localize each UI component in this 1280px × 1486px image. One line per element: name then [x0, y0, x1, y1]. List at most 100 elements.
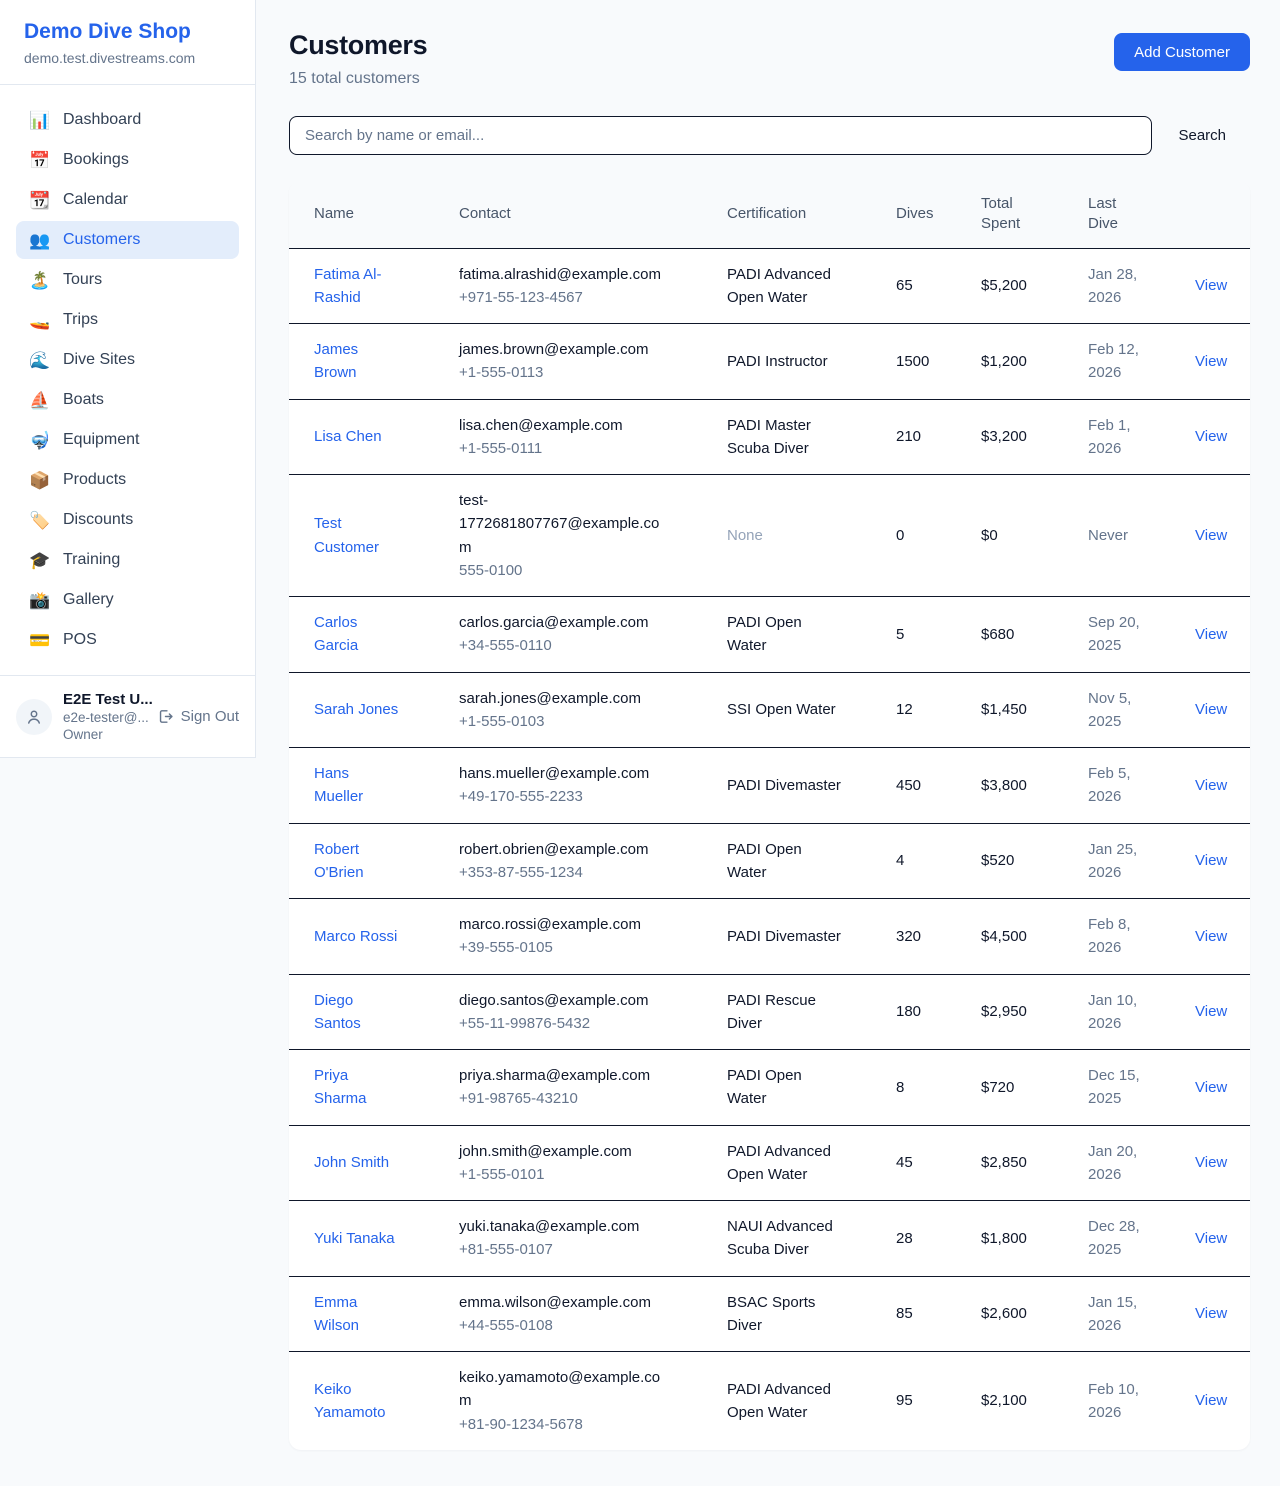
view-link[interactable]: View: [1195, 1305, 1227, 1322]
sidebar-item-label: POS: [63, 631, 97, 649]
customer-name-link[interactable]: Lisa Chen: [314, 425, 382, 448]
view-link[interactable]: View: [1195, 1392, 1227, 1409]
sign-out-button[interactable]: Sign Out: [157, 708, 239, 725]
sidebar-item-calendar[interactable]: 📆 Calendar: [16, 181, 239, 219]
customer-name-link[interactable]: Sarah Jones: [314, 698, 398, 721]
customer-dives: 320: [871, 899, 956, 975]
customers-table-card: Name Contact Certification Dives Total S…: [289, 181, 1250, 1450]
customer-email: hans.mueller@example.com: [459, 762, 667, 785]
customer-name-link[interactable]: James Brown: [314, 338, 399, 385]
view-link[interactable]: View: [1195, 527, 1227, 544]
sidebar-item-dive-sites[interactable]: 🌊 Dive Sites: [16, 341, 239, 379]
customer-name-link[interactable]: Marco Rossi: [314, 925, 397, 948]
customer-last-dive: Jan 15, 2026: [1088, 1291, 1150, 1338]
sidebar-item-dashboard[interactable]: 📊 Dashboard: [16, 101, 239, 139]
customer-name-link[interactable]: Robert O'Brien: [314, 838, 399, 885]
customer-name-link[interactable]: Priya Sharma: [314, 1064, 399, 1111]
customer-dives: 8: [871, 1050, 956, 1126]
customer-total-spent: $1,800: [956, 1201, 1063, 1277]
search-button[interactable]: Search: [1152, 127, 1250, 144]
customer-phone: +81-90-1234-5678: [459, 1413, 667, 1436]
customer-certification: PADI Open Water: [727, 611, 841, 658]
person-icon: [25, 708, 43, 726]
customer-email: keiko.yamamoto@example.com: [459, 1366, 667, 1413]
customer-total-spent: $3,200: [956, 399, 1063, 475]
customer-dives: 65: [871, 248, 956, 324]
view-link[interactable]: View: [1195, 353, 1227, 370]
customer-dives: 4: [871, 823, 956, 899]
customer-name-link[interactable]: John Smith: [314, 1151, 389, 1174]
customer-total-spent: $680: [956, 597, 1063, 673]
sidebar-item-trips[interactable]: 🚤 Trips: [16, 301, 239, 339]
customer-name-link[interactable]: Test Customer: [314, 512, 399, 559]
customer-name-link[interactable]: Yuki Tanaka: [314, 1227, 395, 1250]
customer-phone: +1-555-0113: [459, 361, 667, 384]
customer-email: james.brown@example.com: [459, 338, 667, 361]
sidebar: Demo Dive Shop demo.test.divestreams.com…: [0, 0, 256, 758]
sidebar-item-training[interactable]: 🎓 Training: [16, 541, 239, 579]
customer-total-spent: $0: [956, 475, 1063, 597]
search-input[interactable]: [289, 116, 1152, 155]
customer-last-dive: Feb 10, 2026: [1088, 1378, 1150, 1425]
sidebar-item-label: Equipment: [63, 431, 140, 449]
table-row: James Brown james.brown@example.com +1-5…: [289, 324, 1250, 400]
customer-email: diego.santos@example.com: [459, 989, 667, 1012]
sidebar-item-label: Training: [63, 551, 120, 569]
sidebar-item-bookings[interactable]: 📅 Bookings: [16, 141, 239, 179]
sidebar-item-tours[interactable]: 🏝️ Tours: [16, 261, 239, 299]
customer-total-spent: $2,950: [956, 974, 1063, 1050]
sidebar-item-equipment[interactable]: 🤿 Equipment: [16, 421, 239, 459]
sidebar-item-label: Calendar: [63, 191, 128, 209]
table-row: Keiko Yamamoto keiko.yamamoto@example.co…: [289, 1352, 1250, 1450]
view-link[interactable]: View: [1195, 701, 1227, 718]
sidebar-item-label: Customers: [63, 231, 140, 249]
customer-name-link[interactable]: Diego Santos: [314, 989, 399, 1036]
customer-name-link[interactable]: Emma Wilson: [314, 1291, 399, 1338]
customer-name-link[interactable]: Hans Mueller: [314, 762, 399, 809]
package-icon: 📦: [29, 472, 50, 489]
sidebar-item-gallery[interactable]: 📸 Gallery: [16, 581, 239, 619]
table-row: Marco Rossi marco.rossi@example.com +39-…: [289, 899, 1250, 975]
column-header-name: Name: [289, 181, 434, 248]
view-link[interactable]: View: [1195, 1079, 1227, 1096]
view-link[interactable]: View: [1195, 428, 1227, 445]
customer-name-link[interactable]: Fatima Al-Rashid: [314, 263, 399, 310]
main-content: Customers 15 total customers Add Custome…: [256, 0, 1280, 1486]
view-link[interactable]: View: [1195, 1154, 1227, 1171]
sidebar-header: Demo Dive Shop demo.test.divestreams.com: [0, 0, 255, 85]
table-header-row: Name Contact Certification Dives Total S…: [289, 181, 1250, 248]
customer-last-dive: Feb 1, 2026: [1088, 414, 1150, 461]
sidebar-item-boats[interactable]: ⛵ Boats: [16, 381, 239, 419]
customer-total-spent: $2,850: [956, 1125, 1063, 1201]
customer-name-link[interactable]: Keiko Yamamoto: [314, 1378, 399, 1425]
customer-last-dive: Never: [1088, 524, 1128, 547]
customer-phone: +971-55-123-4567: [459, 286, 667, 309]
view-link[interactable]: View: [1195, 1230, 1227, 1247]
view-link[interactable]: View: [1195, 777, 1227, 794]
view-link[interactable]: View: [1195, 626, 1227, 643]
table-row: Emma Wilson emma.wilson@example.com +44-…: [289, 1276, 1250, 1352]
customer-total-spent: $1,450: [956, 672, 1063, 748]
user-email: e2e-tester@...: [63, 710, 146, 725]
sidebar-item-discounts[interactable]: 🏷️ Discounts: [16, 501, 239, 539]
sidebar-item-products[interactable]: 📦 Products: [16, 461, 239, 499]
customer-phone: +34-555-0110: [459, 634, 667, 657]
column-header-last-dive: Last Dive: [1063, 181, 1170, 248]
view-link[interactable]: View: [1195, 1003, 1227, 1020]
view-link[interactable]: View: [1195, 277, 1227, 294]
customer-last-dive: Jan 20, 2026: [1088, 1140, 1150, 1187]
sidebar-item-label: Discounts: [63, 511, 133, 529]
view-link[interactable]: View: [1195, 852, 1227, 869]
bar-chart-icon: 📊: [29, 112, 50, 129]
sidebar-item-pos[interactable]: 💳 POS: [16, 621, 239, 659]
customer-certification: PADI Rescue Diver: [727, 989, 841, 1036]
add-customer-button[interactable]: Add Customer: [1114, 33, 1250, 71]
customer-dives: 180: [871, 974, 956, 1050]
sidebar-item-customers[interactable]: 👥 Customers: [16, 221, 239, 259]
customer-email: emma.wilson@example.com: [459, 1291, 667, 1314]
customer-name-link[interactable]: Carlos Garcia: [314, 611, 399, 658]
customer-email: lisa.chen@example.com: [459, 414, 667, 437]
customer-email: fatima.alrashid@example.com: [459, 263, 667, 286]
customer-last-dive: Dec 28, 2025: [1088, 1215, 1150, 1262]
view-link[interactable]: View: [1195, 928, 1227, 945]
